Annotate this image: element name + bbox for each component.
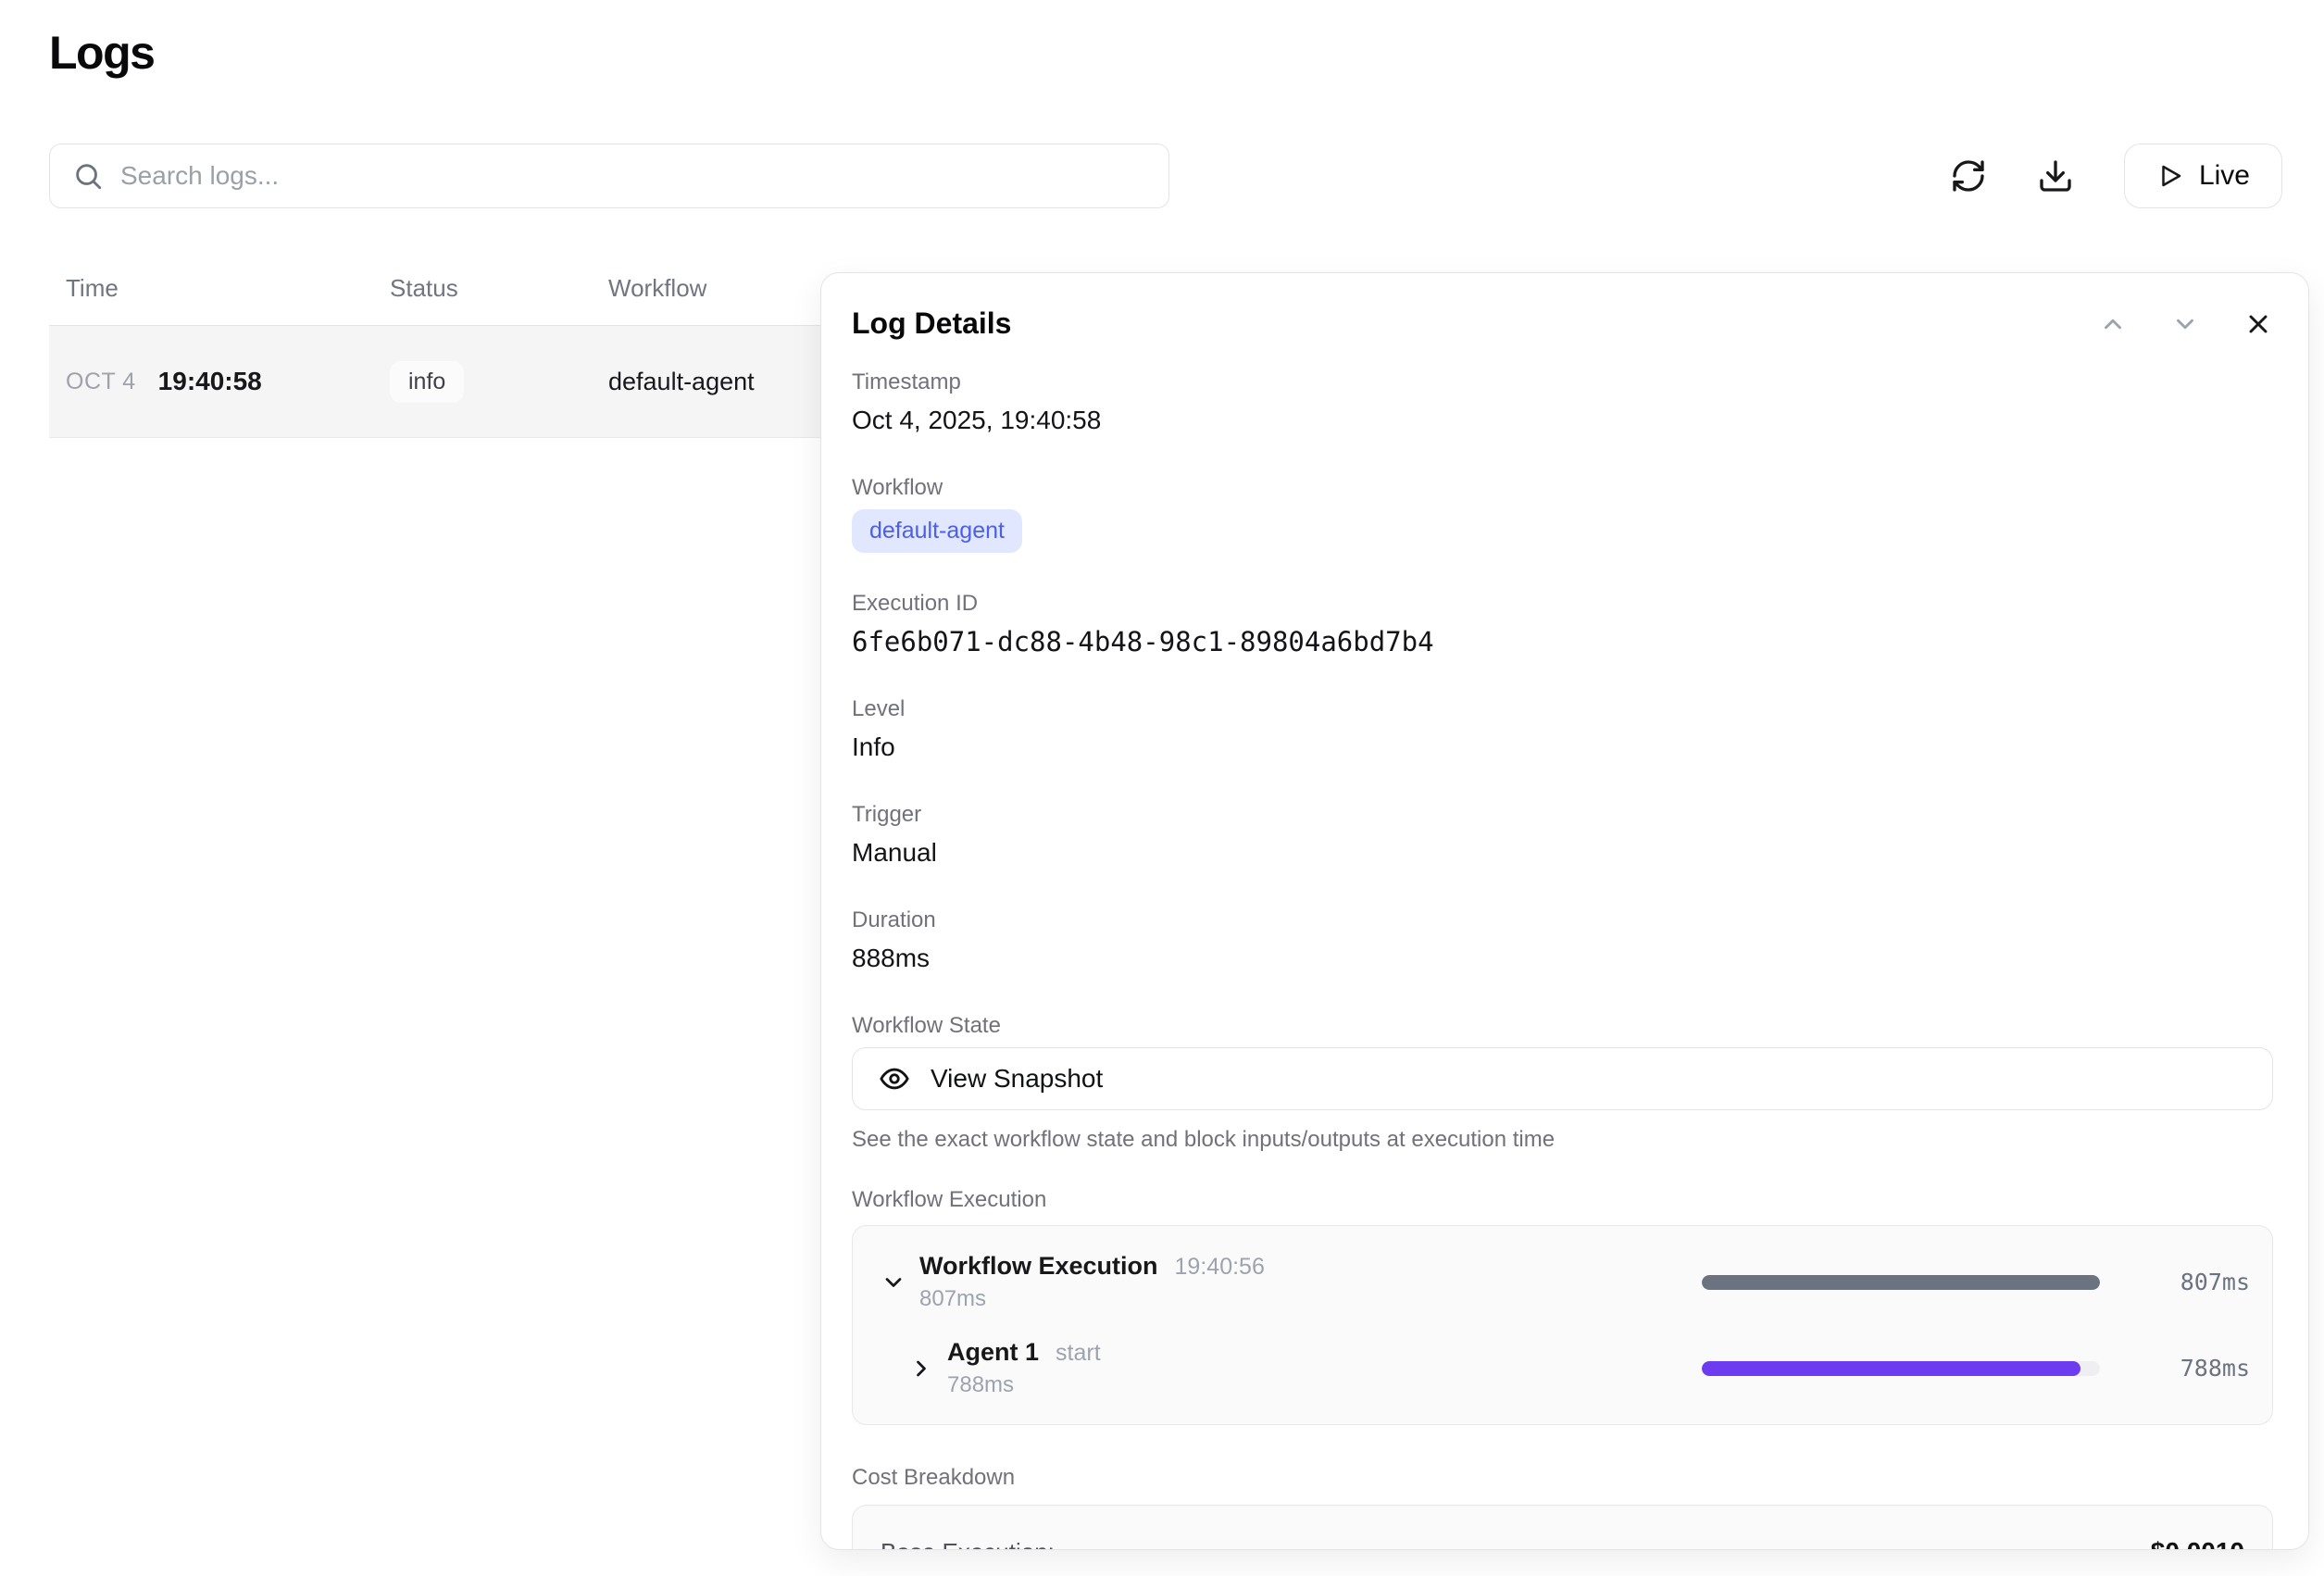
cost-row: Base Execution: $0.0010 <box>881 1537 2244 1550</box>
cost-row-value: $0.0010 <box>2151 1537 2244 1550</box>
cost-breakdown-card: Base Execution: $0.0010 Model Input: $0.… <box>852 1505 2273 1550</box>
table-header: Time Status Workflow <box>49 274 845 326</box>
workflow-field: Workflow default-agent <box>852 474 2273 553</box>
span-timeline-bar <box>1702 1361 2080 1376</box>
search-input[interactable] <box>120 161 1146 191</box>
execution-id-field: Execution ID 6fe6b071-dc88-4b48-98c1-898… <box>852 590 2273 658</box>
log-details-panel: Log Details Timestamp Oct 4, 2025, 19:40… <box>820 272 2309 1550</box>
logs-page: Logs Live Time Status Workflow OCT 4 <box>0 0 2324 1576</box>
toolbar-actions: Live <box>1950 144 2282 208</box>
panel-title: Log Details <box>852 306 2055 341</box>
workflow-state-label: Workflow State <box>852 1012 2273 1040</box>
column-header-time: Time <box>49 274 373 303</box>
level-label: Level <box>852 695 2273 723</box>
level-value: Info <box>852 731 2273 764</box>
live-button-label: Live <box>2199 160 2250 192</box>
workflow-state-helper: See the exact workflow state and block i… <box>852 1127 2273 1153</box>
timestamp-label: Timestamp <box>852 369 2273 396</box>
table-row[interactable]: OCT 4 19:40:58 info default-agent <box>49 326 845 438</box>
duration-label: Duration <box>852 907 2273 934</box>
duration-value: 888ms <box>852 942 2273 975</box>
span-timeline-bar <box>1702 1275 2100 1290</box>
search-icon <box>72 160 104 192</box>
download-button[interactable] <box>2037 157 2074 194</box>
view-snapshot-label: View Snapshot <box>931 1064 1103 1094</box>
span-duration-right: 807ms <box>2148 1269 2250 1295</box>
refresh-button[interactable] <box>1950 157 1987 194</box>
level-field: Level Info <box>852 695 2273 764</box>
execution-id-label: Execution ID <box>852 590 2273 618</box>
cell-workflow: default-agent <box>592 368 845 396</box>
span-duration: 788ms <box>947 1372 1702 1398</box>
view-snapshot-button[interactable]: View Snapshot <box>852 1047 2273 1110</box>
trigger-label: Trigger <box>852 801 2273 829</box>
page-title: Logs <box>49 26 154 80</box>
span-start-time: 19:40:56 <box>1175 1254 1265 1281</box>
cost-breakdown-section: Cost Breakdown Base Execution: $0.0010 M… <box>852 1464 2273 1550</box>
collapse-span-button[interactable] <box>875 1270 912 1295</box>
duration-field: Duration 888ms <box>852 907 2273 975</box>
cell-time: OCT 4 19:40:58 <box>49 367 373 396</box>
column-header-workflow: Workflow <box>592 274 845 303</box>
trigger-field: Trigger Manual <box>852 801 2273 869</box>
search-box[interactable] <box>49 144 1169 208</box>
row-date: OCT 4 <box>66 369 136 395</box>
execution-id-value: 6fe6b071-dc88-4b48-98c1-89804a6bd7b4 <box>852 625 2273 658</box>
span-info: Workflow Execution 19:40:56 807ms <box>919 1252 1702 1312</box>
workflow-label: Workflow <box>852 474 2273 502</box>
logs-table: Time Status Workflow OCT 4 19:40:58 info… <box>49 274 845 438</box>
previous-log-button[interactable] <box>2099 310 2127 338</box>
workflow-state-section: Workflow State View Snapshot See the exa… <box>852 1012 2273 1153</box>
span-info: Agent 1 start 788ms <box>947 1338 1702 1398</box>
workflow-execution-label: Workflow Execution <box>852 1186 2273 1214</box>
span-timeline-track <box>1702 1275 2100 1290</box>
span-duration: 807ms <box>919 1286 1702 1312</box>
span-timeline-track <box>1702 1361 2100 1376</box>
span-name: Agent 1 <box>947 1338 1039 1367</box>
timestamp-value: Oct 4, 2025, 19:40:58 <box>852 404 2273 437</box>
status-badge: info <box>390 361 464 403</box>
live-button[interactable]: Live <box>2124 144 2282 208</box>
span-name: Workflow Execution <box>919 1252 1158 1281</box>
execution-span-row[interactable]: Agent 1 start 788ms 788ms <box>875 1325 2250 1411</box>
expand-span-button[interactable] <box>903 1356 940 1382</box>
span-duration-right: 788ms <box>2148 1355 2250 1382</box>
timestamp-field: Timestamp Oct 4, 2025, 19:40:58 <box>852 369 2273 437</box>
cost-row-label: Base Execution: <box>881 1538 1055 1551</box>
cost-breakdown-label: Cost Breakdown <box>852 1464 2273 1492</box>
execution-trace-card: Workflow Execution 19:40:56 807ms 807ms <box>852 1225 2273 1425</box>
row-time: 19:40:58 <box>158 367 262 396</box>
next-log-button[interactable] <box>2171 310 2199 338</box>
column-header-status: Status <box>373 274 592 303</box>
panel-header: Log Details <box>852 306 2273 341</box>
cell-status: info <box>373 361 592 403</box>
play-icon <box>2156 162 2184 190</box>
span-tag: start <box>1056 1340 1101 1367</box>
workflow-badge[interactable]: default-agent <box>852 509 1022 553</box>
trigger-value: Manual <box>852 836 2273 869</box>
eye-icon <box>879 1063 910 1094</box>
execution-span-row[interactable]: Workflow Execution 19:40:56 807ms 807ms <box>875 1239 2250 1325</box>
workflow-execution-section: Workflow Execution Workflow Execution 19… <box>852 1186 2273 1425</box>
close-button[interactable] <box>2243 309 2273 339</box>
